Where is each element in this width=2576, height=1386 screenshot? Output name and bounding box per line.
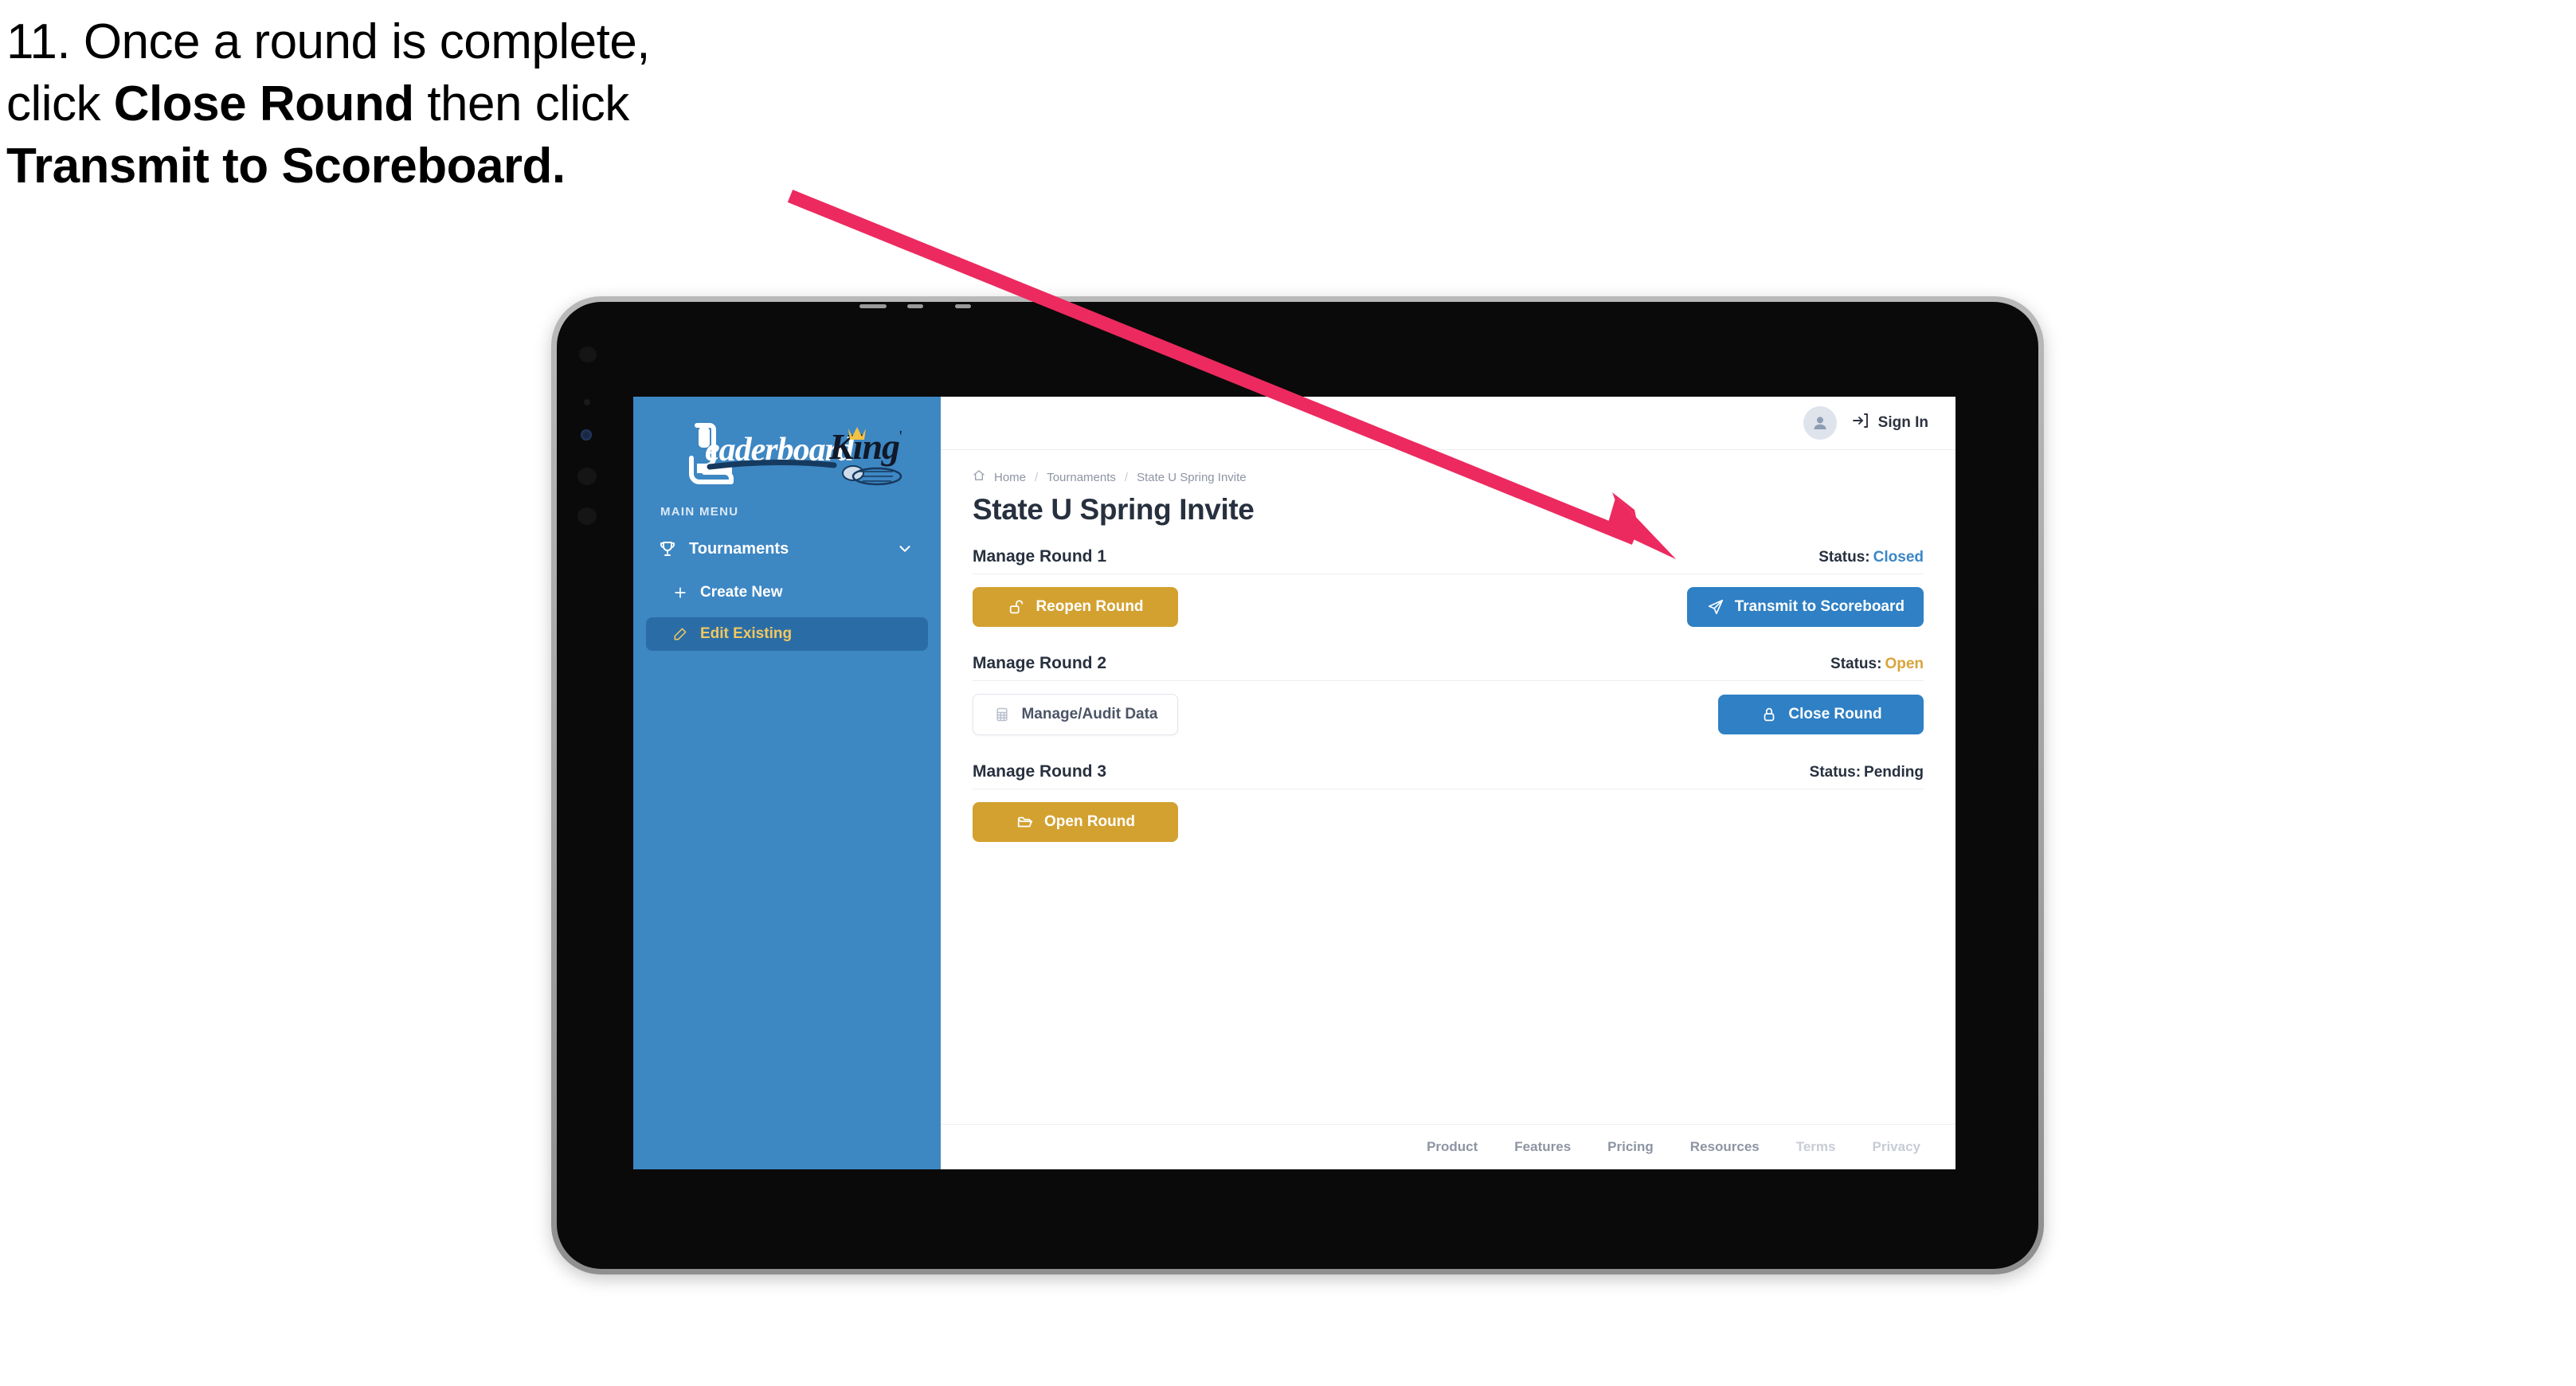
tablet-speaker-grille	[859, 304, 887, 308]
button-label: Close Round	[1788, 706, 1882, 722]
tablet-speaker-grille	[955, 304, 971, 308]
round-title: Manage Round 2	[973, 654, 1107, 672]
status-value: Closed	[1873, 549, 1924, 566]
caption-line-2-post: then click	[413, 76, 629, 131]
caption-line-3: Transmit to Scoreboard.	[6, 142, 851, 191]
footer-link-features[interactable]: Features	[1514, 1139, 1571, 1155]
round-actions: Manage/Audit Data Close Round	[973, 694, 1924, 735]
chevron-down-icon[interactable]	[896, 540, 914, 558]
instruction-caption: 11. Once a round is complete, click Clos…	[6, 18, 851, 204]
leaderboard-king-logo: eaderboard King '	[633, 414, 941, 487]
status-label: Status:	[1809, 764, 1862, 781]
status-label: Status:	[1818, 549, 1870, 566]
app-footer: Product Features Pricing Resources Terms…	[941, 1124, 1955, 1169]
sidebar-item-label: Create New	[700, 584, 783, 601]
main-content-area: Sign In Home / Tournaments / State U Spr…	[941, 397, 1955, 1169]
status-value: Open	[1885, 656, 1924, 672]
transmit-to-scoreboard-button[interactable]: Transmit to Scoreboard	[1686, 587, 1924, 627]
caption-line-2: click Close Round then click	[6, 80, 851, 129]
breadcrumb-item-current: State U Spring Invite	[1137, 470, 1247, 484]
svg-text:King: King	[828, 426, 899, 467]
manage-audit-data-button[interactable]: Manage/Audit Data	[973, 694, 1178, 735]
unlock-icon	[1007, 597, 1026, 617]
tablet-sensor-dot	[577, 507, 597, 525]
footer-link-product[interactable]: Product	[1427, 1139, 1478, 1155]
page-title: State U Spring Invite	[973, 493, 1255, 526]
avatar[interactable]	[1803, 406, 1837, 440]
round-title: Manage Round 1	[973, 547, 1107, 566]
round-block: Manage Round 3 Status: Pending Open Roun…	[973, 762, 1924, 842]
caption-line-1: 11. Once a round is complete,	[6, 14, 651, 69]
tablet-sensor-dot	[584, 399, 590, 405]
sidebar-item-create-new[interactable]: Create New	[646, 576, 928, 609]
footer-link-privacy[interactable]: Privacy	[1873, 1139, 1921, 1155]
sign-in-button[interactable]: Sign In	[1851, 411, 1928, 435]
table-grid-icon	[992, 705, 1012, 724]
tablet-camera-icon	[581, 429, 592, 440]
button-label: Open Round	[1044, 813, 1135, 830]
login-arrow-icon	[1851, 411, 1870, 435]
edit-pencil-icon	[671, 625, 689, 643]
open-round-button[interactable]: Open Round	[973, 802, 1178, 842]
sidebar-item-tournaments[interactable]: Tournaments	[646, 530, 928, 568]
user-avatar-icon	[1814, 417, 1826, 429]
close-round-button[interactable]: Close Round	[1718, 695, 1924, 734]
button-label: Reopen Round	[1035, 598, 1144, 615]
svg-text:': '	[899, 428, 902, 445]
breadcrumb: Home / Tournaments / State U Spring Invi…	[973, 469, 1924, 485]
trophy-icon	[657, 538, 678, 559]
paper-plane-icon	[1706, 597, 1725, 617]
caption-line-2-bold: Close Round	[113, 76, 414, 131]
reopen-round-button[interactable]: Reopen Round	[973, 587, 1178, 627]
status-badge: Status: Closed	[1818, 549, 1924, 566]
round-block: Manage Round 1 Status: Closed Reopen Rou…	[973, 547, 1924, 627]
sign-in-label: Sign In	[1877, 414, 1928, 431]
sidebar-item-edit-existing[interactable]: Edit Existing	[646, 617, 928, 651]
status-value: Pending	[1864, 764, 1924, 781]
plus-icon	[671, 584, 689, 601]
round-title: Manage Round 3	[973, 762, 1107, 781]
status-badge: Status: Pending	[1810, 764, 1924, 781]
breadcrumb-item-tournaments[interactable]: Tournaments	[1047, 471, 1116, 484]
page-content: Home / Tournaments / State U Spring Invi…	[941, 450, 1955, 1124]
button-label: Manage/Audit Data	[1021, 706, 1158, 722]
app-screen: eaderboard King ' MAIN MENU Tournaments …	[633, 397, 1955, 1169]
breadcrumb-item-home[interactable]: Home	[994, 471, 1026, 484]
round-actions: Reopen Round Transmit to Scoreboard	[973, 587, 1924, 627]
round-actions: Open Round	[973, 802, 1924, 842]
round-header: Manage Round 2 Status: Open	[973, 654, 1924, 681]
tablet-sensor-dot	[579, 346, 597, 362]
home-icon	[973, 469, 985, 485]
caption-line-2-pre: click	[6, 76, 114, 131]
breadcrumb-separator: /	[1035, 470, 1039, 484]
round-block: Manage Round 2 Status: Open Manage/Audit…	[973, 654, 1924, 735]
footer-link-terms[interactable]: Terms	[1796, 1139, 1836, 1155]
round-header: Manage Round 1 Status: Closed	[973, 547, 1924, 574]
open-folder-icon	[1016, 812, 1035, 832]
tablet-speaker-grille	[907, 304, 923, 308]
status-label: Status:	[1830, 656, 1882, 672]
caption-line-3-bold: Transmit to Scoreboard.	[6, 139, 566, 194]
app-topbar: Sign In	[941, 397, 1955, 450]
status-badge: Status: Open	[1830, 656, 1924, 673]
sidebar: eaderboard King ' MAIN MENU Tournaments …	[633, 397, 1078, 1169]
sidebar-section-label: MAIN MENU	[660, 505, 739, 519]
footer-link-pricing[interactable]: Pricing	[1607, 1139, 1654, 1155]
button-label: Transmit to Scoreboard	[1734, 598, 1905, 615]
breadcrumb-separator: /	[1124, 470, 1129, 484]
footer-link-resources[interactable]: Resources	[1690, 1139, 1760, 1155]
round-header: Manage Round 3 Status: Pending	[973, 762, 1924, 789]
lock-icon	[1760, 705, 1779, 724]
tablet-sensor-dot	[577, 468, 597, 485]
sidebar-item-label: Edit Existing	[700, 625, 793, 642]
sidebar-item-label: Tournaments	[689, 539, 789, 558]
